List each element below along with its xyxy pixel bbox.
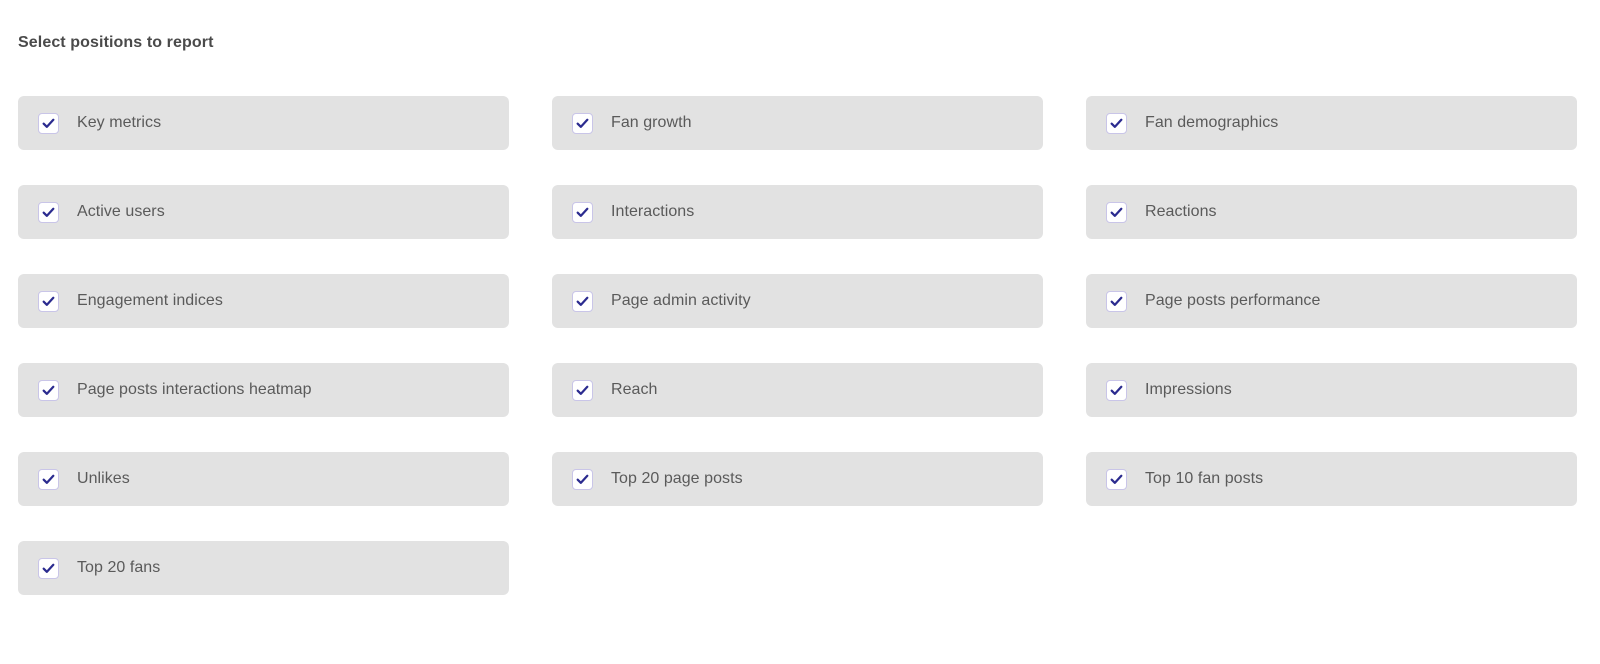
checkmark-icon xyxy=(576,385,589,395)
option-label: Top 20 fans xyxy=(77,559,161,576)
option-label: Active users xyxy=(77,203,165,220)
checkmark-icon xyxy=(42,563,55,573)
report-position-option[interactable]: Top 10 fan posts xyxy=(1086,452,1577,506)
report-position-option[interactable]: Reactions xyxy=(1086,185,1577,239)
option-label: Page admin activity xyxy=(611,292,751,309)
option-label: Top 20 page posts xyxy=(611,470,743,487)
checkbox[interactable] xyxy=(1106,468,1127,490)
checkbox[interactable] xyxy=(1106,379,1127,401)
checkmark-icon xyxy=(1110,474,1123,484)
report-positions-page: Select positions to report Key metrics Fa… xyxy=(0,0,1600,664)
checkmark-icon xyxy=(576,207,589,217)
option-label: Reach xyxy=(611,381,658,398)
checkmark-icon xyxy=(42,296,55,306)
checkmark-icon xyxy=(576,296,589,306)
option-label: Reactions xyxy=(1145,203,1217,220)
checkmark-icon xyxy=(42,385,55,395)
option-label: Key metrics xyxy=(77,114,162,131)
option-label: Top 10 fan posts xyxy=(1145,470,1264,487)
report-position-option[interactable]: Key metrics xyxy=(18,96,509,150)
checkbox[interactable] xyxy=(38,379,59,401)
option-label: Page posts interactions heatmap xyxy=(77,381,312,398)
checkmark-icon xyxy=(42,207,55,217)
option-label: Fan growth xyxy=(611,114,692,131)
report-position-option[interactable]: Top 20 fans xyxy=(18,541,509,595)
checkbox[interactable] xyxy=(572,379,593,401)
checkmark-icon xyxy=(1110,385,1123,395)
checkbox[interactable] xyxy=(38,290,59,312)
report-position-option[interactable]: Fan demographics xyxy=(1086,96,1577,150)
option-label: Engagement indices xyxy=(77,292,223,309)
checkmark-icon xyxy=(42,474,55,484)
option-label: Unlikes xyxy=(77,470,130,487)
option-label: Fan demographics xyxy=(1145,114,1279,131)
checkmark-icon xyxy=(576,474,589,484)
option-label: Impressions xyxy=(1145,381,1232,398)
page-title: Select positions to report xyxy=(18,34,214,51)
report-position-option[interactable]: Top 20 page posts xyxy=(552,452,1043,506)
checkbox[interactable] xyxy=(572,201,593,223)
report-position-option[interactable]: Page admin activity xyxy=(552,274,1043,328)
checkmark-icon xyxy=(1110,296,1123,306)
checkbox[interactable] xyxy=(1106,290,1127,312)
checkbox[interactable] xyxy=(38,201,59,223)
report-position-option[interactable]: Reach xyxy=(552,363,1043,417)
checkbox[interactable] xyxy=(38,112,59,134)
checkmark-icon xyxy=(42,118,55,128)
checkmark-icon xyxy=(1110,207,1123,217)
checkbox[interactable] xyxy=(38,557,59,579)
checkmark-icon xyxy=(1110,118,1123,128)
checkbox[interactable] xyxy=(1106,112,1127,134)
report-position-option[interactable]: Active users xyxy=(18,185,509,239)
report-position-option[interactable]: Interactions xyxy=(552,185,1043,239)
checkbox[interactable] xyxy=(1106,201,1127,223)
report-positions-grid: Key metrics Fan growth Fan demographics Act… xyxy=(18,96,1582,595)
checkbox[interactable] xyxy=(572,112,593,134)
checkbox[interactable] xyxy=(572,290,593,312)
option-label: Page posts performance xyxy=(1145,292,1321,309)
report-position-option[interactable]: Unlikes xyxy=(18,452,509,506)
checkbox[interactable] xyxy=(572,468,593,490)
report-position-option[interactable]: Fan growth xyxy=(552,96,1043,150)
report-position-option[interactable]: Page posts interactions heatmap xyxy=(18,363,509,417)
option-label: Interactions xyxy=(611,203,695,220)
report-position-option[interactable]: Impressions xyxy=(1086,363,1577,417)
checkmark-icon xyxy=(576,118,589,128)
checkbox[interactable] xyxy=(38,468,59,490)
report-position-option[interactable]: Engagement indices xyxy=(18,274,509,328)
report-position-option[interactable]: Page posts performance xyxy=(1086,274,1577,328)
